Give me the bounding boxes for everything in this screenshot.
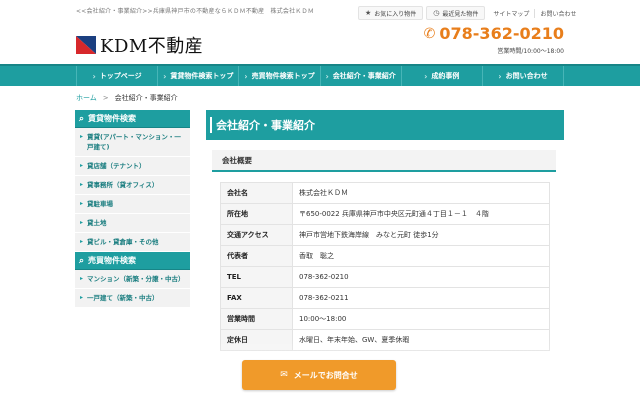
row-value: 10:00～18:00 bbox=[292, 308, 550, 330]
sidebar-item-sale-mansion[interactable]: マンション（新築・分譲・中古） bbox=[75, 270, 190, 289]
site-logo[interactable]: KDM不動産 bbox=[76, 32, 203, 58]
favorites-button[interactable]: ★ お気に入り物件 bbox=[358, 6, 424, 20]
sidebar-item-rent-apartment[interactable]: 賃貸(アパート・マンション・一戸建て) bbox=[75, 128, 190, 157]
company-table: 会社名 株式会社ＫＤＭ 所在地 〒650-0022 兵庫県神戸市中央区元町通４丁目１… bbox=[220, 182, 550, 351]
table-row: TEL 078-362-0210 bbox=[220, 266, 550, 288]
row-label: 定休日 bbox=[220, 329, 293, 351]
row-value: 078-362-0211 bbox=[292, 287, 550, 309]
sidebar-heading-label: 賃貸物件検索 bbox=[88, 114, 137, 123]
sidebar-item-rent-office[interactable]: 貸事務所（貸オフィス） bbox=[75, 176, 190, 195]
nav-contact[interactable]: › お問い合わせ bbox=[481, 66, 565, 86]
row-label: FAX bbox=[220, 287, 293, 309]
business-hours: 営業時間/10:00～18:00 bbox=[497, 48, 564, 55]
logo-text: KDM不動産 bbox=[100, 36, 204, 57]
phone-number[interactable]: ✆ 078-362-0210 bbox=[424, 24, 564, 43]
chevron-right-icon: › bbox=[424, 71, 428, 81]
mail-contact-label: メールでお問合せ bbox=[293, 370, 358, 380]
table-row: 交通アクセス 神戸市営地下鉄海岸線 みなと元町 徒歩1分 bbox=[220, 224, 550, 246]
breadcrumb-home[interactable]: ホーム bbox=[76, 94, 97, 102]
chevron-right-icon: › bbox=[325, 71, 329, 81]
table-row: 代表者 香取 聡之 bbox=[220, 245, 550, 267]
breadcrumb-separator: > bbox=[102, 94, 109, 102]
recent-button[interactable]: ◷ 最近見た物件 bbox=[426, 6, 486, 20]
row-value: 神戸市営地下鉄海岸線 みなと元町 徒歩1分 bbox=[292, 224, 550, 246]
row-label: 代表者 bbox=[220, 245, 293, 267]
nav-label: トップページ bbox=[99, 72, 142, 80]
nav-company[interactable]: › 会社紹介・事業紹介 bbox=[319, 66, 401, 86]
row-value: 香取 聡之 bbox=[292, 245, 550, 267]
main-content: 会社紹介・事業紹介 会社概要 会社名 株式会社ＫＤＭ 所在地 〒650-0022 兵… bbox=[206, 110, 564, 351]
sidebar-heading-label: 売買物件検索 bbox=[88, 256, 137, 265]
favorites-label: お気に入り物件 bbox=[374, 10, 417, 18]
logo-mark-icon bbox=[76, 36, 96, 54]
table-row: FAX 078-362-0211 bbox=[220, 287, 550, 309]
row-label: 所在地 bbox=[220, 203, 293, 225]
sidebar: ⌕賃貸物件検索 賃貸(アパート・マンション・一戸建て) 貸店舗（テナント） 貸事… bbox=[75, 110, 190, 308]
phone-text: 078-362-0210 bbox=[439, 24, 564, 43]
row-value: 水曜日、年末年始、GW、夏季休暇 bbox=[292, 329, 550, 351]
breadcrumb: ホーム > 会社紹介・事業紹介 bbox=[76, 93, 178, 103]
star-icon: ★ bbox=[365, 9, 372, 17]
nav-label: 成約事例 bbox=[431, 72, 460, 80]
sidebar-item-sale-house[interactable]: 一戸建て（新築・中古） bbox=[75, 289, 190, 308]
section-heading: 会社概要 bbox=[212, 150, 556, 172]
table-row: 営業時間 10:00～18:00 bbox=[220, 308, 550, 330]
mail-contact-button[interactable]: ✉ メールでお問合せ bbox=[242, 360, 396, 390]
row-value: 〒650-0022 兵庫県神戸市中央区元町通４丁目１－１ ４階 bbox=[292, 203, 550, 225]
row-value: 株式会社ＫＤＭ bbox=[292, 182, 550, 204]
sitemap-link[interactable]: サイトマップ bbox=[488, 9, 534, 18]
sidebar-item-rent-tenant[interactable]: 貸店舗（テナント） bbox=[75, 157, 190, 176]
nav-label: 賃貸物件検索トップ bbox=[170, 72, 234, 80]
sidebar-rent-heading: ⌕ 賃貸物件検索 bbox=[75, 110, 190, 128]
top-links: ★ お気に入り物件 ◷ 最近見た物件 サイトマップ お問い合わせ bbox=[358, 5, 581, 21]
history-icon: ◷ bbox=[433, 9, 440, 17]
mail-icon: ✉ bbox=[280, 370, 288, 380]
nav-label: 売買物件検索トップ bbox=[251, 72, 315, 80]
row-label: 営業時間 bbox=[220, 308, 293, 330]
sidebar-item-rent-land[interactable]: 貸土地 bbox=[75, 214, 190, 233]
nav-sale-search[interactable]: › 売買物件検索トップ bbox=[238, 66, 319, 86]
chevron-right-icon: › bbox=[92, 71, 96, 81]
row-label: 会社名 bbox=[220, 182, 293, 204]
contact-link[interactable]: お問い合わせ bbox=[534, 8, 581, 18]
search-icon: ⌕ bbox=[79, 113, 85, 124]
page-title: 会社紹介・事業紹介 bbox=[206, 110, 564, 140]
chevron-right-icon: › bbox=[163, 71, 167, 81]
recent-label: 最近見た物件 bbox=[442, 10, 479, 18]
table-row: 会社名 株式会社ＫＤＭ bbox=[220, 182, 550, 204]
breadcrumb-current: 会社紹介・事業紹介 bbox=[114, 94, 178, 102]
table-row: 定休日 水曜日、年末年始、GW、夏季休暇 bbox=[220, 329, 550, 351]
top-breadcrumb-text: <<会社紹介・事業紹介>>兵庫県神戸市の不動産ならＫＤＭ不動産 株式会社ＫＤＭ bbox=[76, 8, 314, 15]
row-value: 078-362-0210 bbox=[292, 266, 550, 288]
nav-label: 会社紹介・事業紹介 bbox=[332, 72, 396, 80]
nav-top[interactable]: › トップページ bbox=[76, 66, 157, 86]
nav-cases[interactable]: › 成約事例 bbox=[400, 66, 482, 86]
chevron-right-icon: › bbox=[244, 71, 248, 81]
sidebar-sale-heading: ⌕ 売買物件検索 bbox=[75, 252, 190, 270]
nav-rent-search[interactable]: › 賃貸物件検索トップ bbox=[157, 66, 238, 86]
row-label: 交通アクセス bbox=[220, 224, 293, 246]
sidebar-item-rent-building[interactable]: 貸ビル・貸倉庫・その他 bbox=[75, 233, 190, 252]
chevron-right-icon: › bbox=[498, 71, 502, 81]
search-icon: ⌕ bbox=[79, 255, 85, 266]
sidebar-item-rent-parking[interactable]: 貸駐車場 bbox=[75, 195, 190, 214]
nav-label: お問い合わせ bbox=[505, 72, 548, 80]
table-row: 所在地 〒650-0022 兵庫県神戸市中央区元町通４丁目１－１ ４階 bbox=[220, 203, 550, 225]
global-nav: › トップページ › 賃貸物件検索トップ › 売買物件検索トップ › 会社紹介・事業紹介… bbox=[0, 64, 640, 86]
phone-icon: ✆ bbox=[423, 25, 436, 42]
row-label: TEL bbox=[220, 266, 293, 288]
